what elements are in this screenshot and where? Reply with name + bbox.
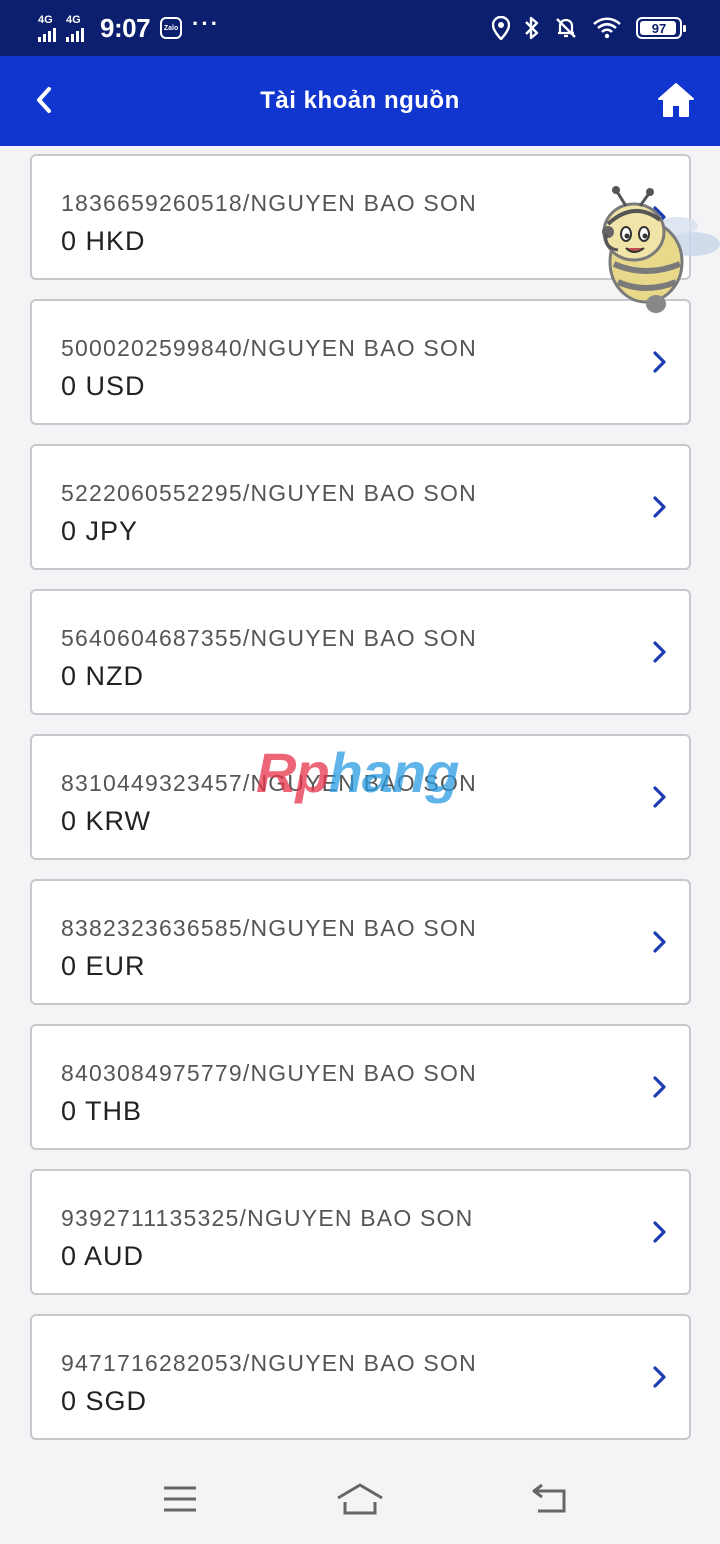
account-number: 8382323636585/NGUYEN BAO SON [61, 915, 477, 941]
status-left: 4G 4G 9:07 Zalo ··· [38, 11, 221, 44]
account-card[interactable]: 9392711135325/NGUYEN BAO SON 0 AUD [30, 1169, 691, 1295]
chevron-right-icon [653, 351, 666, 373]
account-balance: 0 JPY [61, 516, 139, 546]
status-bar: 4G 4G 9:07 Zalo ··· 97 [0, 0, 720, 56]
chevron-right-icon [653, 1221, 666, 1243]
chevron-right-icon [653, 931, 666, 953]
chevron-right-icon [653, 786, 666, 808]
account-card[interactable]: 8382323636585/NGUYEN BAO SON 0 EUR [30, 879, 691, 1005]
location-icon [492, 16, 510, 40]
chevron-right-icon [653, 1366, 666, 1388]
account-number: 8403084975779/NGUYEN BAO SON [61, 1060, 477, 1086]
account-balance: 0 THB [61, 1096, 143, 1126]
back-button[interactable] [26, 82, 62, 118]
account-number: 9471716282053/NGUYEN BAO SON [61, 1350, 477, 1376]
wifi-icon [593, 17, 621, 39]
battery-icon: 97 [636, 17, 686, 39]
account-card[interactable]: 9471716282053/NGUYEN BAO SON 0 SGD [30, 1314, 691, 1440]
clock: 9:07 [100, 12, 151, 43]
account-balance: 0 SGD [61, 1386, 148, 1416]
account-balance: 0 USD [61, 371, 146, 401]
bee-mascot-icon[interactable] [574, 186, 720, 318]
page-title: Tài khoản nguồn [260, 87, 460, 114]
account-balance: 0 KRW [61, 806, 152, 836]
account-number: 9392711135325/NGUYEN BAO SON [61, 1205, 474, 1231]
signal-bars-icon [66, 27, 84, 42]
zalo-icon: Zalo [160, 17, 183, 39]
menu-icon [164, 1486, 196, 1512]
watermark-logo: Rphang [256, 740, 460, 805]
account-card[interactable]: 5640604687355/NGUYEN BAO SON 0 NZD [30, 589, 691, 715]
home-nav-button[interactable] [330, 1474, 390, 1524]
bluetooth-icon [525, 16, 539, 40]
account-number: 5640604687355/NGUYEN BAO SON [61, 625, 477, 651]
system-nav-bar [0, 1456, 720, 1544]
network-type-2: 4G [66, 13, 81, 26]
account-number: 5000202599840/NGUYEN BAO SON [61, 335, 477, 361]
account-number: 5222060552295/NGUYEN BAO SON [61, 480, 477, 506]
watermark-part-1: Rp [256, 741, 330, 804]
home-button[interactable] [656, 80, 696, 120]
menu-button[interactable] [150, 1474, 210, 1524]
signal-bars-icon [38, 27, 56, 42]
account-balance: 0 AUD [61, 1241, 145, 1271]
account-number: 1836659260518/NGUYEN BAO SON [61, 190, 477, 216]
network-type-1: 4G [38, 13, 53, 26]
battery-level: 97 [651, 20, 667, 36]
account-card[interactable]: 8403084975779/NGUYEN BAO SON 0 THB [30, 1024, 691, 1150]
status-right: 97 [492, 15, 686, 41]
back-arrow-icon [532, 1483, 566, 1513]
more-notifications-icon: ··· [192, 11, 221, 36]
chevron-right-icon [653, 641, 666, 663]
app-header: Tài khoản nguồn [0, 56, 720, 146]
chevron-left-icon [37, 87, 51, 113]
account-balance: 0 EUR [61, 951, 146, 981]
account-balance: 0 NZD [61, 661, 145, 691]
back-nav-button[interactable] [520, 1474, 580, 1524]
signal-2: 4G [66, 13, 84, 42]
chevron-right-icon [653, 496, 666, 518]
watermark-part-2: hang [328, 741, 460, 804]
account-balance: 0 HKD [61, 226, 146, 256]
chevron-right-icon [653, 1076, 666, 1098]
bell-off-icon [556, 18, 576, 38]
account-card[interactable]: 5222060552295/NGUYEN BAO SON 0 JPY [30, 444, 691, 570]
home-outline-icon [337, 1483, 383, 1515]
home-icon [658, 83, 694, 117]
signal-1: 4G [38, 13, 56, 42]
